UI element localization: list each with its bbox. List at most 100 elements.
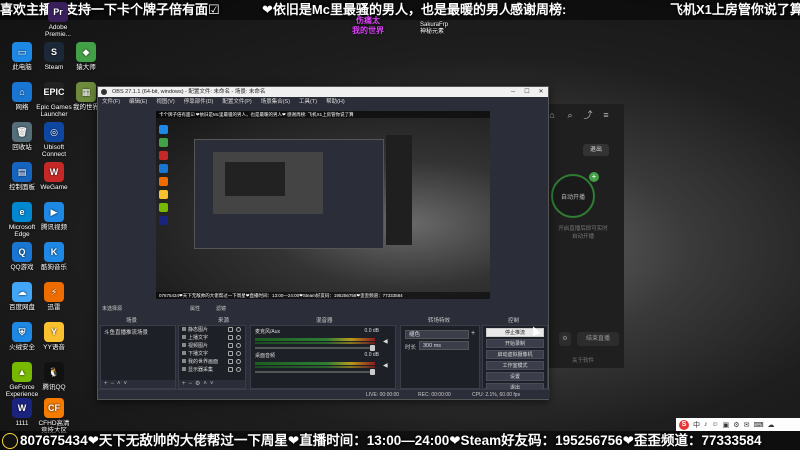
about-link[interactable]: 关于软件 [545,356,621,364]
tray-icon[interactable]: ⌨ [753,421,763,429]
tray-icon[interactable]: 中 [693,420,700,430]
minimize-icon[interactable]: ─ [506,87,520,97]
obs-titlebar[interactable]: OBS 27.1.1 (64-bit, windows) - 配置文件: 未命名… [98,87,548,97]
desktop-icon[interactable]: ⌂ 网络 [4,82,40,111]
preview-nested-helper [386,135,412,245]
desktop-icon[interactable]: ☁ 百度网盘 [4,282,40,311]
control-button[interactable]: 工作室模式 [486,361,544,370]
tray-icon[interactable]: ⚙ [733,421,739,429]
desktop-icon[interactable]: Q QQ游戏 [4,242,40,271]
desktop-icon[interactable]: ▤ 控制面板 [4,162,40,191]
desktop-icon[interactable]: ⚡ 迅雷 [36,282,72,311]
desktop-icon[interactable]: Y YY语音 [36,322,72,351]
plus-icon[interactable]: + [589,172,599,182]
source-item[interactable]: 视频图片 [179,342,245,350]
source-item[interactable]: 我的世界画面 [179,358,245,366]
eye-icon[interactable] [236,343,241,348]
desktop-icon[interactable]: ▭ 此电脑 [4,42,40,71]
tray-icon[interactable]: ☁ [768,421,775,429]
lock-icon[interactable] [228,351,233,356]
eye-icon[interactable] [236,335,241,340]
volume-meter [255,338,375,341]
lock-icon[interactable] [228,327,233,332]
sources-dock-title: 来源 [218,318,230,324]
tray-icon[interactable]: ♪ [704,421,708,428]
source-type-icon [182,351,186,355]
desktop-icon-label: 腾讯QQ [42,384,66,391]
desktop-icon[interactable]: ▲ GeForce Experience [4,362,40,398]
eye-icon[interactable] [236,327,241,332]
volume-slider[interactable] [255,345,375,351]
tray-app-logo[interactable]: S [679,419,689,430]
lock-icon[interactable] [228,359,233,364]
desktop-app-icon: ▦ [76,82,96,102]
share-icon[interactable]: ⤴ [583,110,593,120]
control-button[interactable]: 设置 [486,372,544,381]
desktop-icon[interactable]: Pr Adobe Premie... [40,2,76,38]
control-button[interactable]: 启动虚拟摄像机 [486,350,544,359]
desktop-icon[interactable]: ◎ Ubisoft Connect [36,122,72,158]
scene-item[interactable]: 斗鱼直播推流场景 [101,326,175,338]
desktop-icon-label: 猿大师 [76,64,96,71]
lock-icon[interactable] [228,343,233,348]
desktop-icon-label: YY语音 [43,344,65,351]
obs-menu-item[interactable]: 帮助(H) [326,97,345,107]
obs-menu-item[interactable]: 编辑(E) [129,97,147,107]
volume-slider[interactable] [255,369,375,375]
obs-menu-item[interactable]: 工具(T) [299,97,317,107]
tray-icon[interactable]: ▣ [723,421,730,429]
lock-icon[interactable] [228,335,233,340]
obs-menu-item[interactable]: 文件(F) [102,97,120,107]
transition-type-select[interactable]: 褪色 [405,330,469,339]
filters-button[interactable]: 滤镜 [216,305,226,313]
desktop-icon[interactable]: W 1111 [4,398,40,427]
search-icon[interactable]: ⌕ [565,110,575,120]
obs-menu-item[interactable]: 场景集合(S) [261,97,290,107]
desktop-icon[interactable]: ▶ 腾讯视频 [36,202,72,231]
source-item[interactable]: 显示器采集 [179,366,245,374]
move-down-icon[interactable]: ˅ [124,381,131,387]
obs-preview[interactable]: 卡个牌子倍有面☑ ❤依旧是Mc里最骚的男人，也是最暖的男人❤ 感谢周榜: 飞机X… [156,111,490,299]
desktop-icon[interactable]: e Microsoft Edge [4,202,40,238]
exit-button[interactable]: 退出 [583,144,609,156]
close-icon[interactable]: ✕ [534,87,548,97]
duration-input[interactable]: 300 ms [419,341,469,350]
obs-menu-item[interactable]: 停靠部件(D) [184,97,214,107]
desktop-icon[interactable]: W WeGame [36,162,72,191]
tray-icon[interactable]: ☺ [712,421,719,428]
desktop-icon[interactable]: S Steam [36,42,72,71]
volume-slider-handle[interactable] [370,369,375,375]
obs-menu-item[interactable]: 视图(V) [156,97,174,107]
eye-icon[interactable] [236,359,241,364]
desktop-icon[interactable]: K 酷狗音乐 [36,242,72,271]
control-button[interactable]: 开始录制 [486,339,544,348]
menu-icon[interactable]: ≡ [601,110,611,120]
source-item[interactable]: 上播文字 [179,334,245,342]
desktop-icon[interactable]: ◆ 猿大师 [68,42,104,71]
move-down-icon[interactable]: ˅ [210,381,217,387]
speaker-icon[interactable]: ◀ [383,363,389,369]
source-item[interactable]: 下播文字 [179,350,245,358]
lock-icon[interactable] [228,367,233,372]
add-transition-icon[interactable]: + [471,330,475,337]
desktop-icon[interactable]: EPIC Epic Games Launcher [36,82,72,118]
desktop-icon-label: QQ游戏 [10,264,34,271]
desktop-icon[interactable]: CF CFHD高清竞技大区 [36,398,72,434]
obs-menu-item[interactable]: 配置文件(P) [222,97,251,107]
desktop-icon[interactable]: ⛨ 火绒安全 [4,322,40,351]
settings-button[interactable]: ⚙ [559,332,571,346]
source-item[interactable]: 静态图片 [179,326,245,334]
eye-icon[interactable] [236,367,241,372]
preview-bottom-marquee: 07675434❤天下无敌帅的大佬帮过一下周星❤直播时间：13:00—24:00… [156,292,490,299]
eye-icon[interactable] [236,351,241,356]
speaker-icon[interactable]: ◀ [383,339,389,345]
desktop-icon[interactable]: 🗑 回收站 [4,122,40,151]
properties-button[interactable]: 属性 [190,305,200,313]
desktop-icon-label: 酷狗音乐 [41,264,67,271]
desktop-icon[interactable]: 🐧 腾讯QQ [36,362,72,391]
maximize-icon[interactable]: ☐ [520,87,534,97]
tray-icon[interactable]: ✉ [744,421,750,429]
auto-start-ring-button[interactable]: 自动开播 [551,174,595,218]
duration-label: 时长 [405,345,417,351]
end-stream-button[interactable]: 结束直播 [577,332,619,346]
